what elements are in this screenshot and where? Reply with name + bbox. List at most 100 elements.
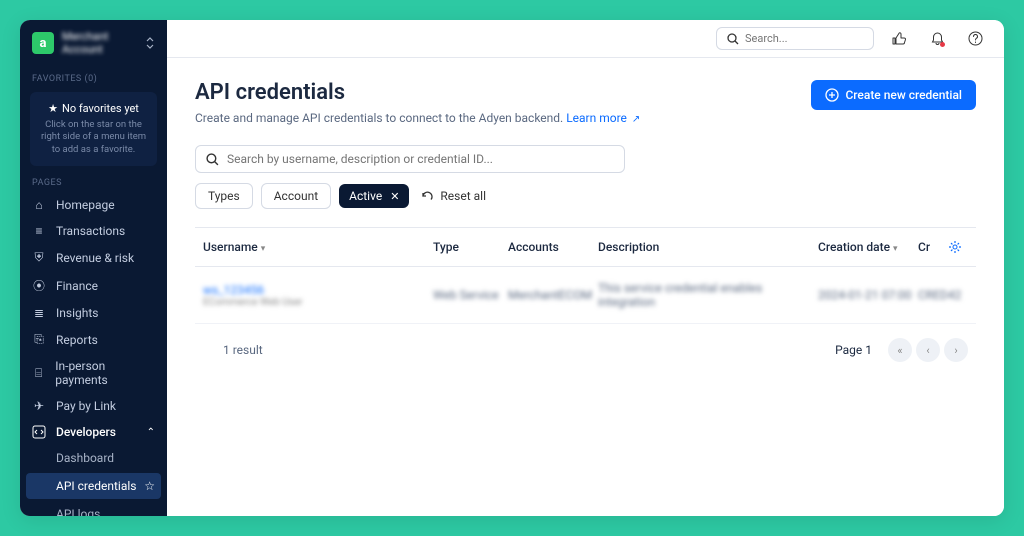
col-username[interactable]: Username▾: [203, 240, 433, 254]
page-next-button[interactable]: ›: [944, 338, 968, 362]
col-cr[interactable]: Cr: [918, 240, 948, 254]
result-count: 1 result: [223, 343, 263, 357]
nav-label: In-person payments: [55, 359, 155, 387]
plus-circle-icon: [825, 88, 839, 102]
nav-list: ⌂Homepage ≡Transactions ⛨Revenue & risk …: [20, 192, 167, 516]
nav-label: Finance: [56, 279, 98, 293]
nav-transactions[interactable]: ≡ Transactions: [20, 218, 167, 244]
merchant-name[interactable]: Merchant Account: [62, 30, 137, 56]
sidebar-header: a Merchant Account: [20, 20, 167, 66]
page-prev-button[interactable]: ‹: [916, 338, 940, 362]
create-credential-button[interactable]: Create new credential: [811, 80, 976, 110]
nav-label: Pay by Link: [56, 399, 116, 413]
topbar: [167, 20, 1004, 58]
nav-revenue-risk[interactable]: ⛨ Revenue & risk: [20, 244, 167, 271]
col-creation[interactable]: Creation date▾: [818, 240, 918, 254]
doc-icon: ⎘: [32, 332, 46, 347]
nav-finance[interactable]: ⦿ Finance: [20, 271, 167, 300]
nav-paybylink[interactable]: ✈ Pay by Link: [20, 393, 167, 419]
bell-icon[interactable]: [924, 26, 950, 52]
search-icon: [206, 153, 219, 166]
credentials-search[interactable]: [195, 145, 625, 173]
col-accounts[interactable]: Accounts: [508, 240, 598, 254]
filter-account-button[interactable]: Account: [261, 183, 331, 209]
page-description: Create and manage API credentials to con…: [195, 111, 640, 125]
sidebar: a Merchant Account Favorites (0) ★ No fa…: [20, 20, 167, 516]
shield-icon: ⛨: [32, 250, 46, 265]
row-type: Web Service: [433, 288, 508, 302]
pages-label: Pages: [20, 170, 167, 192]
reset-filters-button[interactable]: Reset all: [421, 189, 486, 203]
table-header: Username▾ Type Accounts Description Crea…: [195, 228, 976, 267]
row-accounts: MerchantECOM: [508, 288, 598, 302]
help-icon[interactable]: [962, 26, 988, 52]
logo-icon: a: [32, 32, 54, 54]
chip-label: Active: [349, 189, 382, 203]
nav-sub-dashboard[interactable]: Dashboard: [20, 445, 167, 471]
external-link-icon: ↗: [632, 114, 640, 125]
chart-icon: ≣: [32, 306, 46, 320]
star-outline-icon[interactable]: ☆: [144, 479, 155, 493]
credentials-search-input[interactable]: [227, 152, 614, 166]
home-icon: ⌂: [32, 198, 46, 212]
table-row[interactable]: ws_123456 ECommerce Web User Web Service…: [195, 267, 976, 324]
nav-insights[interactable]: ≣ Insights: [20, 300, 167, 326]
favorites-label: Favorites (0): [20, 66, 167, 88]
row-description: This service credential enables integrat…: [598, 281, 818, 309]
row-cr: CRED42: [918, 288, 948, 302]
nav-developers[interactable]: Developers ⌃: [20, 419, 167, 445]
col-label: Creation date: [818, 240, 890, 254]
sub-label: API logs: [56, 507, 100, 516]
page-first-button[interactable]: «: [888, 338, 912, 362]
notification-dot: [940, 42, 945, 47]
chevron-up-icon: ⌃: [147, 427, 155, 438]
row-username-sub: ECommerce Web User: [203, 297, 433, 308]
learn-more-link[interactable]: Learn more: [566, 111, 627, 125]
nav-inperson[interactable]: ⌸ In-person payments: [20, 353, 167, 393]
create-button-label: Create new credential: [845, 88, 962, 102]
nav-label: Transactions: [56, 224, 125, 238]
page-indicator: Page 1: [835, 343, 872, 357]
favorites-box: ★ No favorites yet Click on the star on …: [30, 92, 157, 166]
nav-homepage[interactable]: ⌂ Homepage: [20, 192, 167, 218]
page-header: API credentials Create and manage API cr…: [195, 80, 976, 125]
send-icon: ✈: [32, 399, 46, 413]
nav-sub-api-credentials[interactable]: API credentials ☆: [26, 473, 161, 499]
nav-label: Developers: [56, 425, 116, 439]
merchant-switcher-icon[interactable]: [145, 37, 155, 49]
global-search[interactable]: [716, 27, 874, 50]
reset-label: Reset all: [440, 189, 486, 203]
sub-label: Dashboard: [56, 451, 114, 465]
filter-active-chip[interactable]: Active ✕: [339, 184, 409, 208]
nav-label: Revenue & risk: [56, 251, 134, 265]
nav-reports[interactable]: ⎘ Reports: [20, 326, 167, 353]
row-username[interactable]: ws_123456: [203, 283, 433, 297]
terminal-icon: ⌸: [32, 366, 45, 381]
list-icon: ≡: [32, 224, 46, 238]
row-creation: 2024-01-21 07:00: [818, 288, 918, 302]
col-label: Username: [203, 240, 258, 254]
table-settings-button[interactable]: [948, 240, 968, 254]
col-description[interactable]: Description: [598, 240, 818, 254]
sub-label: API credentials: [56, 479, 136, 493]
col-type[interactable]: Type: [433, 240, 508, 254]
coin-icon: ⦿: [32, 277, 46, 294]
page-title: API credentials: [195, 80, 640, 105]
table-footer: 1 result Page 1 « ‹ ›: [195, 324, 976, 376]
refresh-icon: [421, 190, 434, 203]
global-search-input[interactable]: [745, 32, 863, 45]
nav-label: Homepage: [56, 198, 115, 212]
filter-types-button[interactable]: Types: [195, 183, 253, 209]
code-icon: [32, 425, 46, 439]
content: API credentials Create and manage API cr…: [167, 58, 1004, 516]
nav-label: Insights: [56, 306, 98, 320]
filter-row: Types Account Active ✕ Reset all: [195, 183, 976, 209]
nav-sub-api-logs[interactable]: API logs: [20, 501, 167, 516]
page-desc-text: Create and manage API credentials to con…: [195, 111, 563, 125]
nav-label: Reports: [56, 333, 98, 347]
sort-icon: ▾: [261, 244, 266, 254]
favorites-hint: Click on the star on the right side of a…: [38, 119, 149, 156]
thumbs-up-icon[interactable]: [886, 26, 912, 52]
close-icon[interactable]: ✕: [390, 190, 399, 203]
credentials-table: Username▾ Type Accounts Description Crea…: [195, 227, 976, 376]
